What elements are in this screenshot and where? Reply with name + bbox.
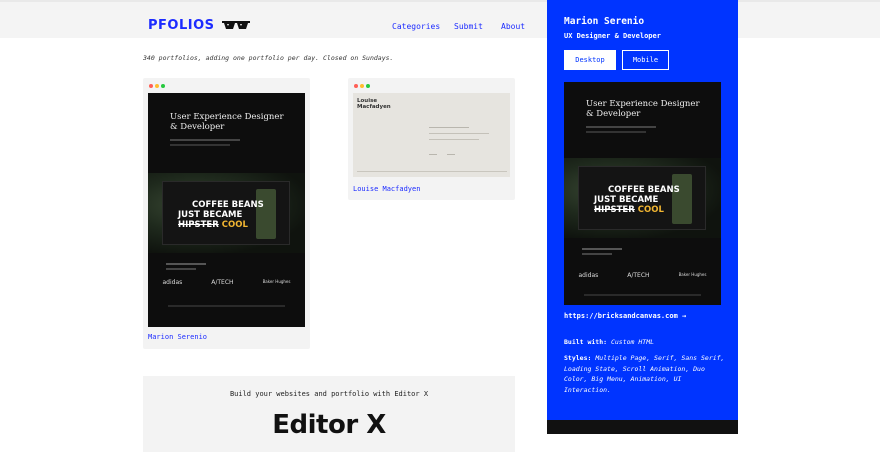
panel-preview-logo-baker: Baker Hughes [678, 272, 707, 277]
card-label[interactable]: Marion Serenio [148, 333, 207, 341]
card-label[interactable]: Louise Macfadyen [353, 185, 420, 193]
preview-logo-atech: A/TECH [211, 279, 234, 286]
site-logo[interactable]: PFOLIOS [148, 18, 215, 33]
window-dots [149, 84, 165, 88]
nav-submit[interactable]: Submit [454, 22, 483, 31]
sunglasses-icon [222, 21, 250, 29]
site-header: PFOLIOS Categories Submit About [0, 2, 880, 38]
panel-preview-coffee-3a: HIPSTER [594, 204, 635, 215]
styles-label: Styles: [564, 354, 592, 362]
panel-preview-coffee-3b: COOL [637, 204, 664, 215]
detail-panel: Marion Serenio UX Designer & Developer D… [547, 0, 738, 432]
portfolio-preview[interactable]: User Experience Designer & Developer COF… [148, 93, 305, 327]
mobile-button[interactable]: Mobile [622, 50, 669, 70]
panel-preview[interactable]: User Experience Designer & Developer COF… [564, 82, 721, 305]
window-dots [354, 84, 370, 88]
panel-footer-bar [547, 420, 738, 434]
preview-coffee-3a: HIPSTER [178, 219, 219, 230]
styles-list: Styles: Multiple Page, Serif, Sans Serif… [564, 353, 729, 396]
tagline: 340 portfolios, adding one portfolio per… [143, 54, 394, 62]
panel-name: Marion Serenio [564, 16, 645, 27]
panel-role: UX Designer & Developer [564, 32, 661, 40]
portfolio-card-louise[interactable]: Louise Macfadyen Louise Macfadyen [348, 78, 515, 200]
built-with: Built with: Custom HTML [564, 338, 654, 346]
panel-preview-headline-2: & Developer [586, 108, 641, 119]
built-label: Built with: [564, 338, 608, 346]
preview-logo-baker: Baker Hughes [262, 279, 291, 284]
built-value: Custom HTML [610, 338, 655, 346]
portfolio-preview[interactable]: Louise Macfadyen [353, 93, 510, 177]
portfolio-card-marion[interactable]: User Experience Designer & Developer COF… [143, 78, 310, 349]
preview-coffee-3b: COOL [221, 219, 248, 230]
panel-preview-logo-atech: A/TECH [627, 272, 650, 279]
preview-name-2: Macfadyen [357, 104, 391, 111]
editor-x-promo[interactable]: Build your websites and portfolio with E… [143, 376, 515, 452]
panel-preview-logo-adidas: adidas [578, 272, 599, 279]
portfolio-link[interactable]: https://bricksandcanvas.com → [564, 312, 686, 320]
editor-x-logo[interactable]: Editor X [143, 410, 515, 440]
promo-text: Build your websites and portfolio with E… [229, 390, 429, 398]
preview-logo-adidas: adidas [162, 279, 183, 286]
nav-categories[interactable]: Categories [392, 22, 440, 31]
desktop-button[interactable]: Desktop [564, 50, 616, 70]
nav-about[interactable]: About [501, 22, 525, 31]
preview-headline-2: & Developer [170, 121, 225, 132]
